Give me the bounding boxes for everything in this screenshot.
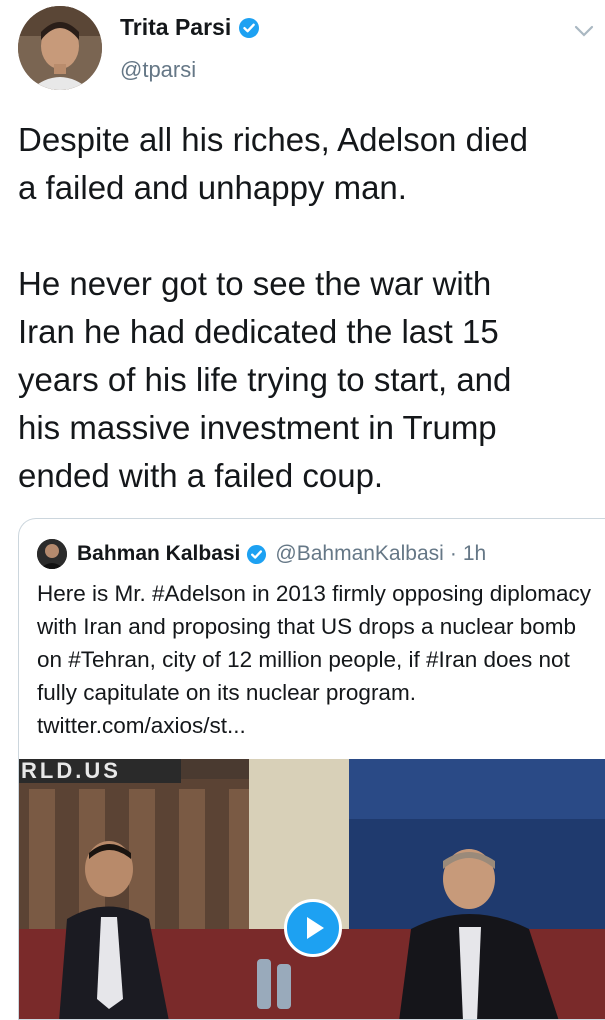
quoted-author-handle[interactable]: @BahmanKalbasi: [275, 542, 443, 566]
quoted-tweet-time[interactable]: 1h: [463, 542, 486, 566]
play-button[interactable]: [284, 899, 342, 957]
author-handle[interactable]: @tparsi: [120, 57, 196, 83]
video-thumbnail: [19, 759, 605, 1019]
meta-separator: ·: [449, 542, 457, 565]
play-icon: [307, 917, 324, 939]
author-name-row[interactable]: Trita Parsi: [120, 14, 260, 41]
quoted-tweet-card[interactable]: Bahman Kalbasi @BahmanKalbasi · 1h Here …: [18, 518, 605, 1020]
tweet-text: Despite all his riches, Adelson died a f…: [18, 121, 528, 494]
quoted-video-media[interactable]: RLD.US: [19, 759, 605, 1019]
verified-badge-icon: [247, 544, 267, 564]
media-watermark: RLD.US: [19, 759, 181, 783]
author-avatar[interactable]: [18, 6, 102, 90]
quoted-author-name[interactable]: Bahman Kalbasi: [77, 542, 240, 566]
quoted-author-avatar[interactable]: [37, 539, 67, 569]
author-name[interactable]: Trita Parsi: [120, 14, 231, 41]
verified-badge-icon: [239, 17, 260, 38]
chevron-down-icon[interactable]: [573, 24, 595, 38]
quoted-tweet-text: Here is Mr. #Adelson in 2013 firmly oppo…: [37, 581, 592, 738]
quoted-tweet-header: Bahman Kalbasi @BahmanKalbasi · 1h: [37, 539, 486, 569]
